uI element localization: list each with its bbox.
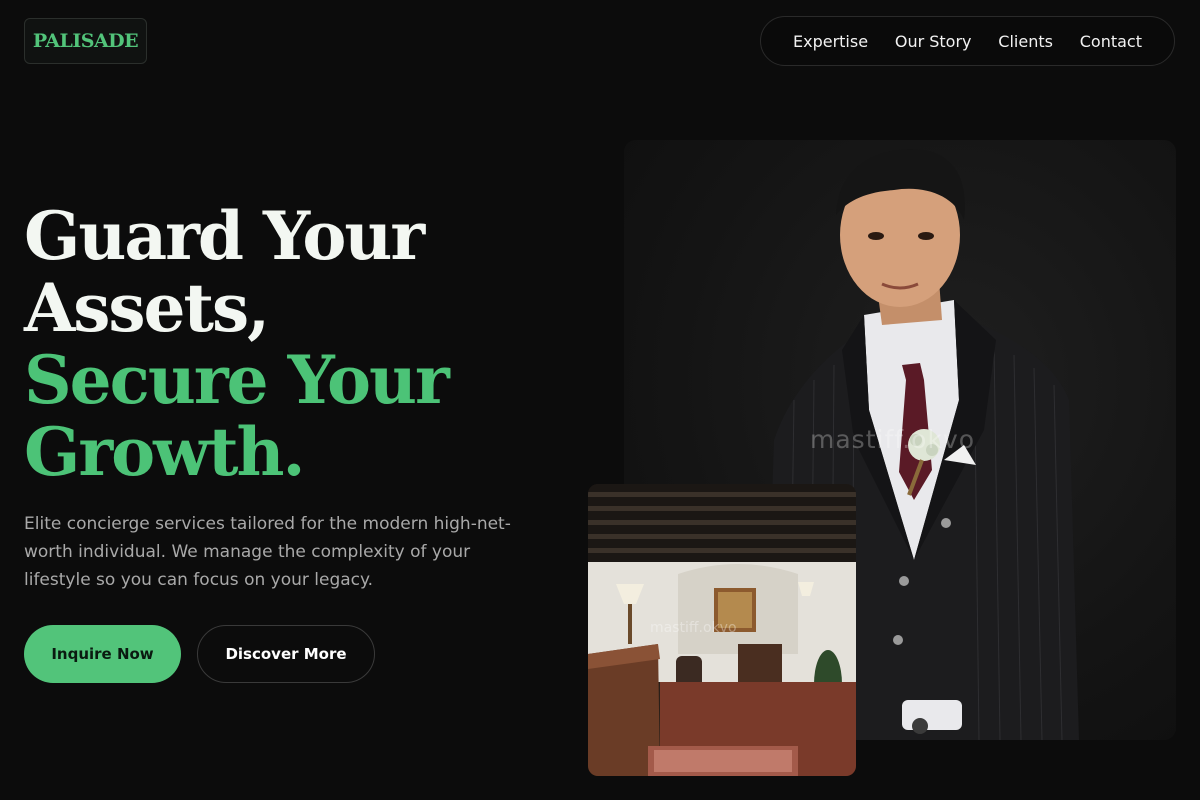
nav-item-clients[interactable]: Clients bbox=[998, 32, 1053, 51]
nav-item-contact[interactable]: Contact bbox=[1080, 32, 1142, 51]
portrait-watermark: mastiff.okvo bbox=[810, 425, 976, 454]
headline-line-3: Secure Your bbox=[24, 341, 450, 419]
headline-line-2: Assets, bbox=[24, 269, 270, 347]
lobby-watermark: mastiff.okvo bbox=[650, 620, 737, 636]
hero-description: Elite concierge services tailored for th… bbox=[24, 514, 511, 590]
discover-more-button[interactable]: Discover More bbox=[197, 625, 375, 683]
brand-logo[interactable]: PALISADE bbox=[24, 18, 147, 64]
nav-item-expertise[interactable]: Expertise bbox=[793, 32, 868, 51]
hero-headline: Guard Your Assets, Secure Your Growth. bbox=[24, 200, 584, 488]
lobby-image: mastiff.okvo bbox=[588, 484, 856, 776]
main-nav: Expertise Our Story Clients Contact bbox=[760, 16, 1175, 66]
inquire-now-button[interactable]: Inquire Now bbox=[24, 625, 181, 683]
nav-item-our-story[interactable]: Our Story bbox=[895, 32, 972, 51]
headline-line-1: Guard Your bbox=[24, 197, 425, 275]
headline-line-4: Growth. bbox=[24, 413, 305, 491]
